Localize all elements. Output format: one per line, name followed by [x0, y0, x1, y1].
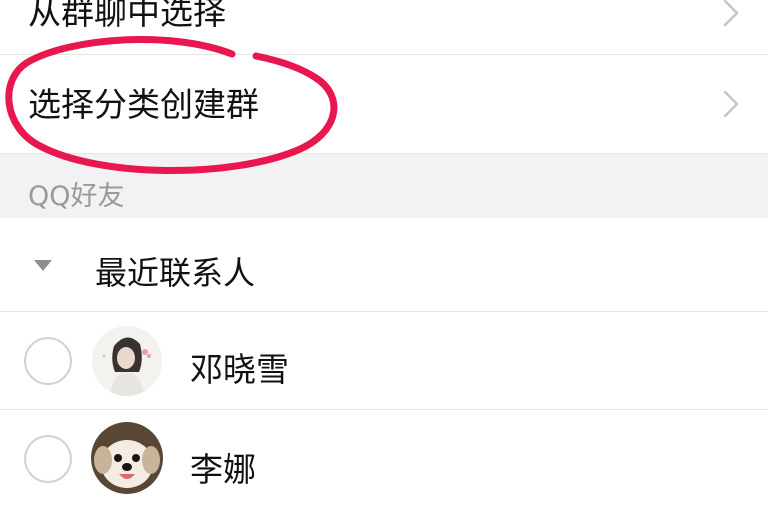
contact-name: 邓晓雪 — [190, 350, 289, 389]
chevron-right-icon — [723, 90, 739, 118]
caret-down-icon[interactable] — [34, 260, 52, 271]
menu-item-from-group-chat[interactable]: 从群聊中选择 — [0, 0, 768, 55]
avatar — [92, 326, 162, 396]
checkbox-circle[interactable] — [24, 337, 72, 385]
checkbox-circle[interactable] — [24, 435, 72, 483]
menu-item-from-group-chat-label: 从群聊中选择 — [28, 0, 226, 32]
menu-item-by-category-label: 选择分类创建群 — [28, 85, 259, 124]
section-header-qq-friends: QQ好友 — [0, 154, 768, 218]
group-recent-contacts[interactable]: 最近联系人 — [0, 218, 768, 312]
contact-row[interactable]: 李娜 — [0, 410, 768, 510]
contact-name: 李娜 — [190, 450, 256, 489]
chevron-right-icon — [723, 0, 739, 27]
section-label: QQ好友 — [28, 181, 125, 212]
menu-item-by-category[interactable]: 选择分类创建群 — [0, 55, 768, 154]
avatar — [91, 422, 163, 494]
contact-row[interactable]: 邓晓雪 — [0, 312, 768, 410]
create-group-screen: 从群聊中选择 选择分类创建群 QQ好友 最近联系人 邓晓雪 李娜 — [0, 0, 768, 510]
group-label: 最近联系人 — [95, 254, 256, 292]
